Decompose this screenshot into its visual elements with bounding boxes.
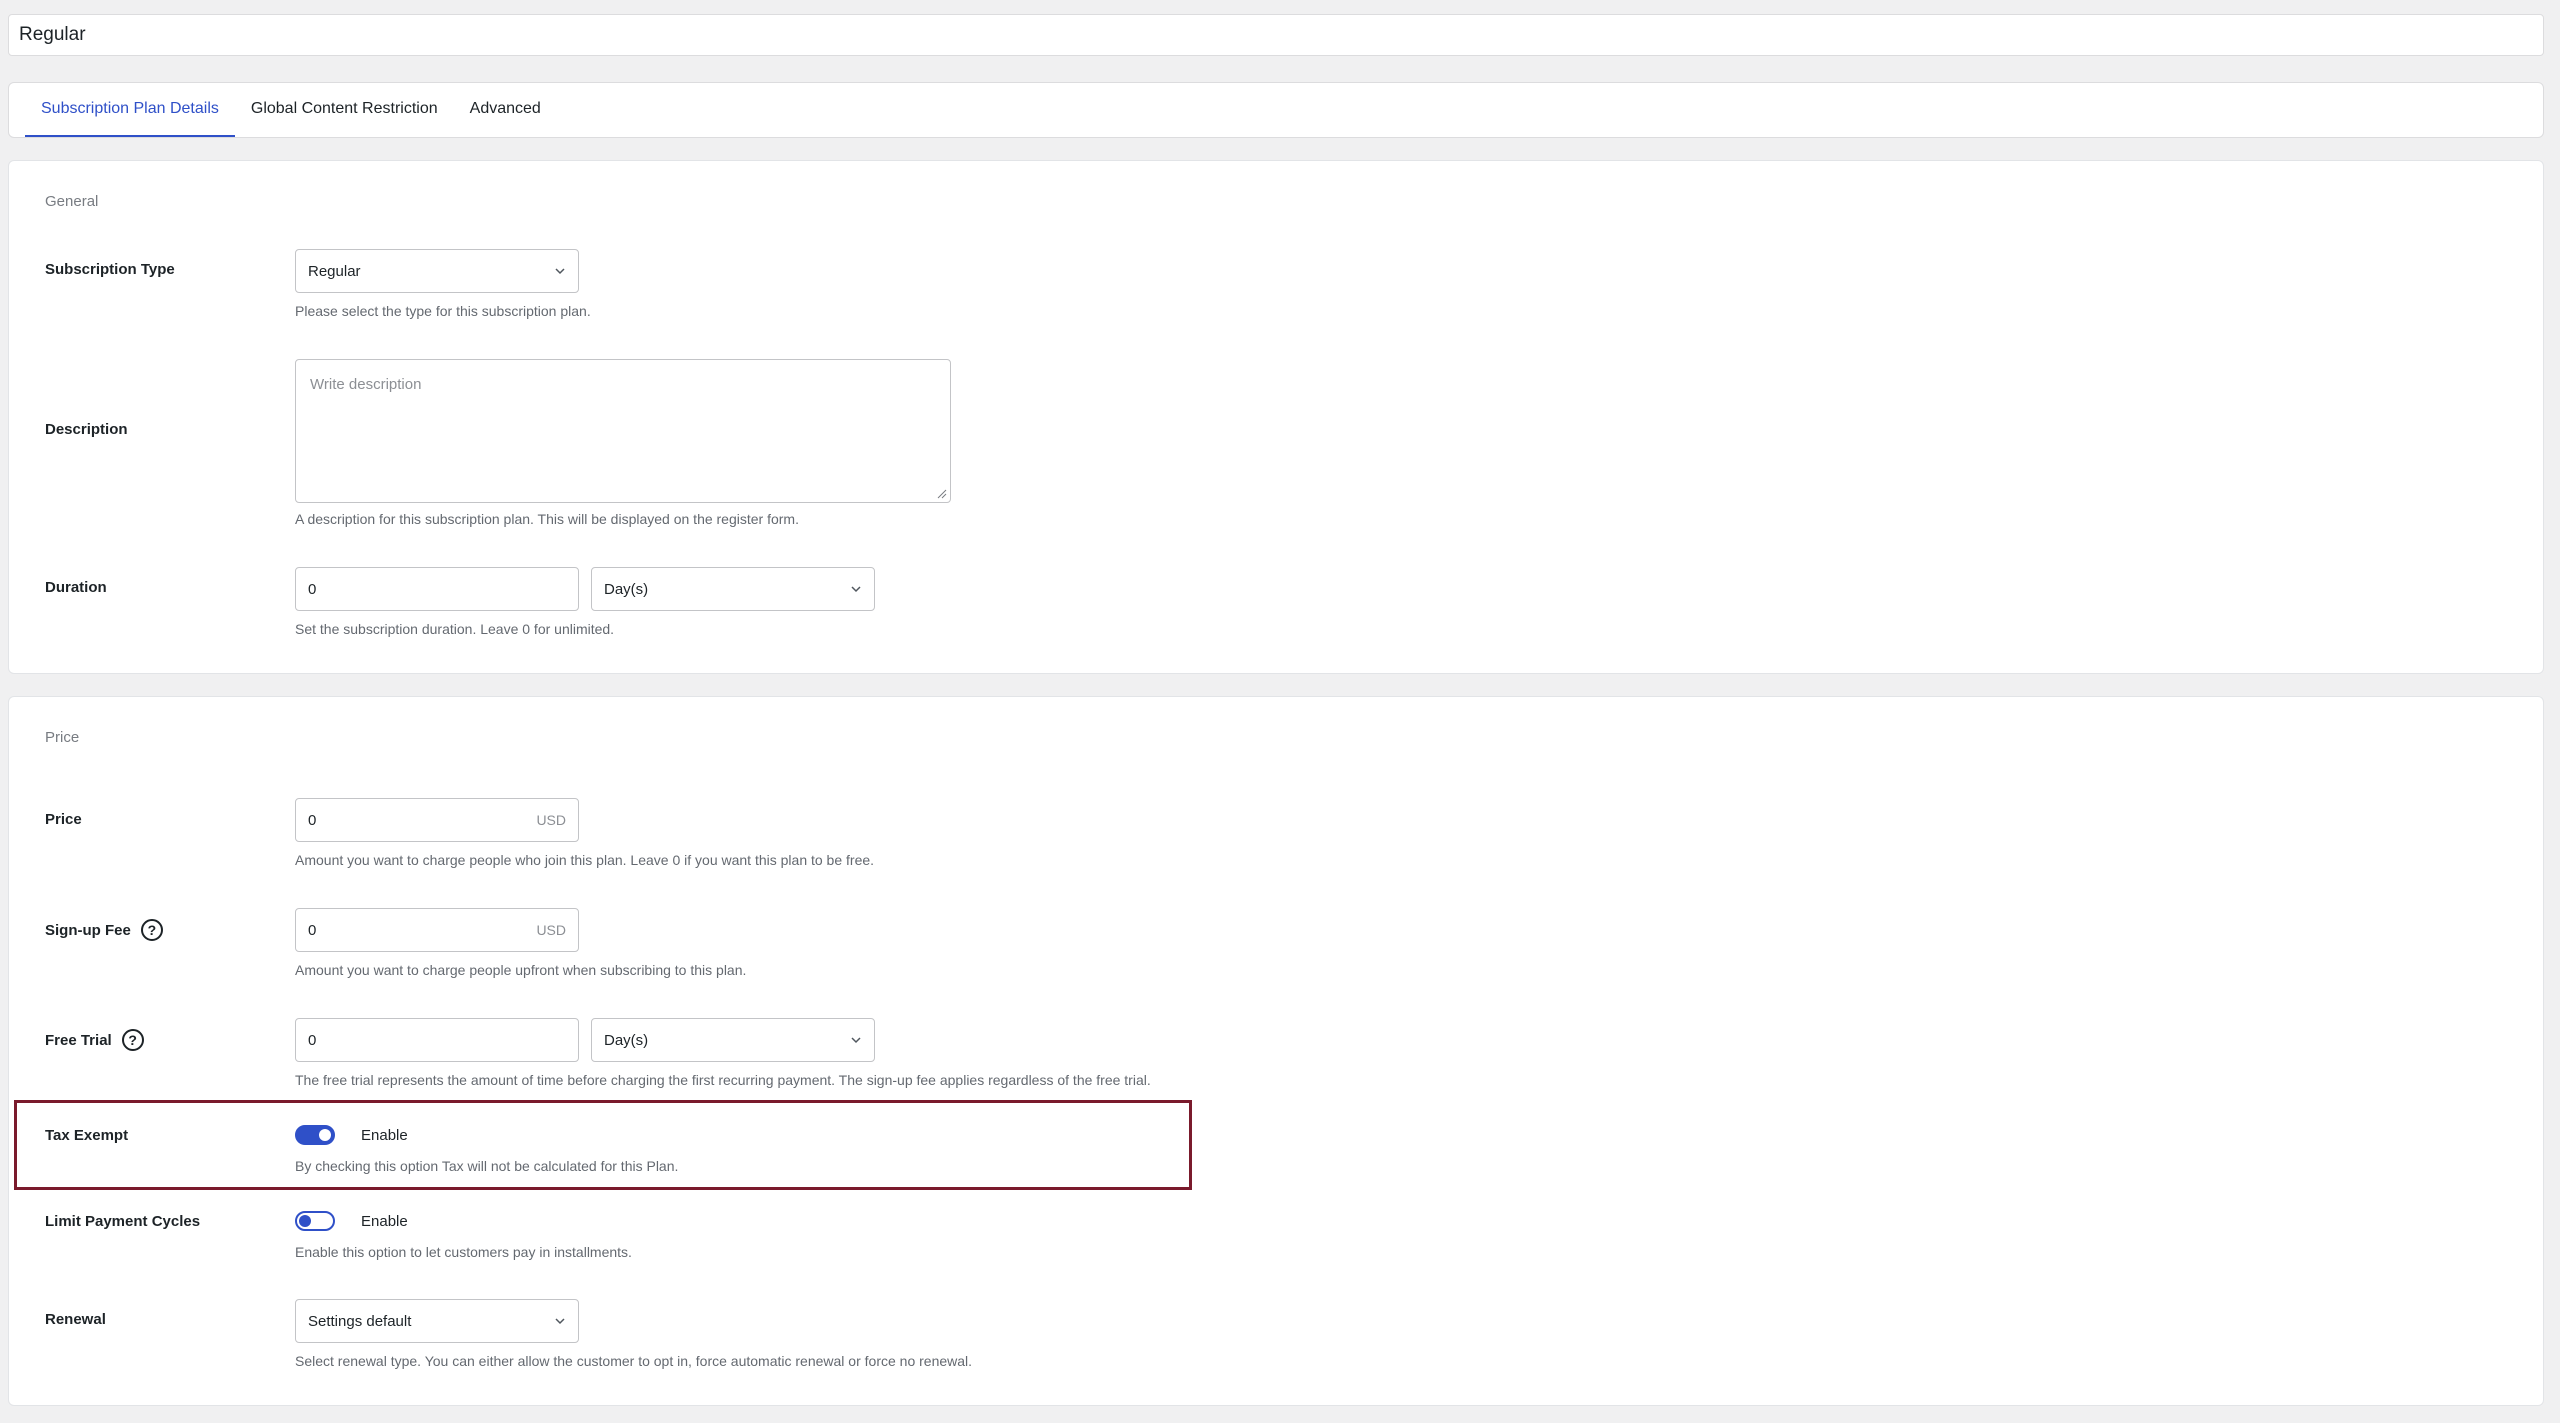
duration-unit-value: Day(s) xyxy=(604,580,649,598)
signup-fee-label-text: Sign-up Fee xyxy=(45,921,131,939)
price-panel: Price Price 0 USD Amount you want to cha… xyxy=(8,696,2544,1406)
subscription-type-label: Subscription Type xyxy=(45,261,175,278)
chevron-down-icon xyxy=(555,1318,565,1325)
tax-exempt-help: By checking this option Tax will not be … xyxy=(295,1158,679,1174)
tax-exempt-label: Tax Exempt xyxy=(45,1127,129,1144)
section-title-general: General xyxy=(45,193,99,210)
signup-fee-input[interactable]: 0 USD xyxy=(295,908,579,952)
limit-payment-cycles-toggle[interactable] xyxy=(295,1211,335,1231)
free-trial-label-text: Free Trial xyxy=(45,1031,112,1049)
question-circle-icon[interactable]: ? xyxy=(121,1029,144,1051)
price-currency: USD xyxy=(536,812,566,828)
toggle-knob xyxy=(319,1129,331,1141)
limit-payment-cycles-toggle-label: Enable xyxy=(361,1213,408,1230)
price-input[interactable]: 0 USD xyxy=(295,798,579,842)
tab-advanced[interactable]: Advanced xyxy=(454,83,557,137)
resize-handle-icon[interactable] xyxy=(937,489,947,499)
tab-subscription-plan-details[interactable]: Subscription Plan Details xyxy=(25,83,235,137)
tax-exempt-toggle-label: Enable xyxy=(361,1127,408,1144)
description-help: A description for this subscription plan… xyxy=(295,511,799,527)
free-trial-help: The free trial represents the amount of … xyxy=(295,1072,1151,1088)
duration-label: Duration xyxy=(45,579,107,596)
subscription-type-select[interactable]: Regular xyxy=(295,249,579,293)
subscription-type-help: Please select the type for this subscrip… xyxy=(295,303,591,319)
plan-title-input[interactable]: Regular xyxy=(8,14,2544,56)
signup-fee-currency: USD xyxy=(536,922,566,938)
tax-exempt-toggle[interactable] xyxy=(295,1125,335,1145)
duration-help: Set the subscription duration. Leave 0 f… xyxy=(295,621,615,637)
duration-value: 0 xyxy=(308,580,317,598)
description-label: Description xyxy=(45,421,128,438)
section-title-price: Price xyxy=(45,729,80,746)
tabs-bar: Subscription Plan Details Global Content… xyxy=(8,82,2544,138)
duration-input[interactable]: 0 xyxy=(295,567,579,611)
chevron-down-icon xyxy=(851,586,861,593)
free-trial-input[interactable]: 0 xyxy=(295,1018,579,1062)
signup-fee-label: Sign-up Fee ? xyxy=(45,919,163,941)
description-textarea[interactable]: Write description xyxy=(295,359,951,503)
description-placeholder: Write description xyxy=(310,376,422,393)
duration-unit-select[interactable]: Day(s) xyxy=(591,567,875,611)
free-trial-unit-select[interactable]: Day(s) xyxy=(591,1018,875,1062)
chevron-down-icon xyxy=(555,268,565,275)
renewal-value: Settings default xyxy=(308,1312,412,1330)
price-value: 0 xyxy=(308,811,317,829)
price-label: Price xyxy=(45,811,82,828)
toggle-knob xyxy=(299,1215,311,1227)
general-panel: General Subscription Type Regular Please… xyxy=(8,160,2544,674)
tab-global-content-restriction[interactable]: Global Content Restriction xyxy=(235,83,454,137)
signup-fee-value: 0 xyxy=(308,921,317,939)
subscription-type-value: Regular xyxy=(308,262,361,280)
renewal-help: Select renewal type. You can either allo… xyxy=(295,1353,973,1369)
limit-payment-cycles-help: Enable this option to let customers pay … xyxy=(295,1244,632,1260)
free-trial-unit-value: Day(s) xyxy=(604,1031,649,1049)
question-circle-icon[interactable]: ? xyxy=(140,919,163,941)
signup-fee-help: Amount you want to charge people upfront… xyxy=(295,962,747,978)
price-help: Amount you want to charge people who joi… xyxy=(295,852,875,868)
free-trial-label: Free Trial ? xyxy=(45,1029,144,1051)
limit-payment-cycles-label: Limit Payment Cycles xyxy=(45,1213,201,1230)
renewal-select[interactable]: Settings default xyxy=(295,1299,579,1343)
chevron-down-icon xyxy=(851,1037,861,1044)
free-trial-value: 0 xyxy=(308,1031,317,1049)
renewal-label: Renewal xyxy=(45,1311,106,1328)
